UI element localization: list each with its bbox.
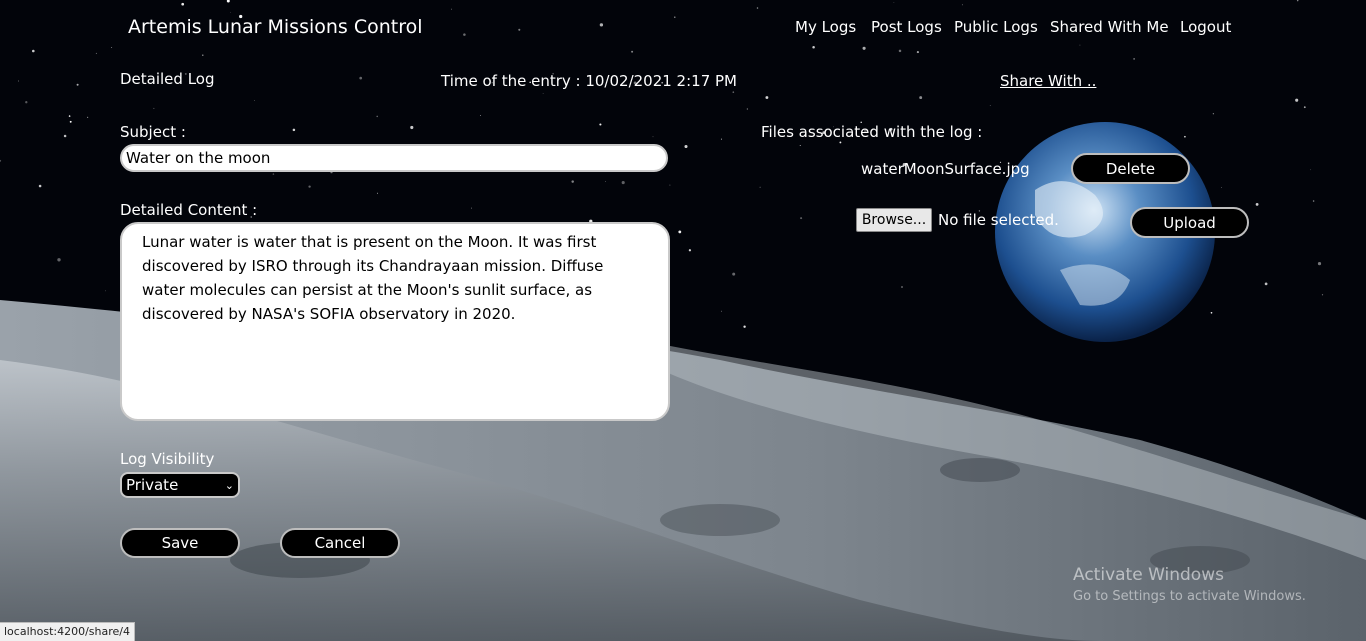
nav-public-logs-link[interactable]: Public Logs (954, 18, 1038, 36)
nav-my-logs-link[interactable]: My Logs (795, 18, 856, 36)
log-visibility-label: Log Visibility (120, 450, 215, 468)
log-visibility-select[interactable]: Private ⌄ (120, 472, 240, 498)
page-title: Detailed Log (120, 70, 215, 88)
subject-label: Subject : (120, 123, 186, 141)
no-file-selected-text: No file selected. (938, 211, 1059, 229)
upload-button[interactable]: Upload (1130, 207, 1249, 238)
nav-post-logs-link[interactable]: Post Logs (871, 18, 942, 36)
activate-windows-watermark-title: Activate Windows (1073, 565, 1224, 585)
entry-timestamp: Time of the entry : 10/02/2021 2:17 PM (441, 72, 738, 90)
status-bar-url: localhost:4200/share/4 (0, 622, 135, 641)
subject-input[interactable] (120, 144, 668, 172)
nav-logout-link[interactable]: Logout (1180, 18, 1231, 36)
cancel-button[interactable]: Cancel (280, 528, 400, 558)
detailed-content-textarea[interactable]: Lunar water is water that is present on … (120, 222, 670, 421)
log-visibility-value: Private (126, 476, 179, 494)
share-with-link[interactable]: Share With .. (1000, 72, 1096, 90)
nav-shared-with-me-link[interactable]: Shared With Me (1050, 18, 1169, 36)
app-title: Artemis Lunar Missions Control (128, 16, 423, 38)
browse-file-button[interactable]: Browse... (856, 208, 932, 232)
attached-file-name: waterMoonSurface.jpg (861, 160, 1030, 178)
files-associated-label: Files associated with the log : (761, 123, 983, 141)
chevron-down-icon: ⌄ (224, 478, 234, 492)
delete-file-button[interactable]: Delete (1071, 153, 1190, 184)
save-button[interactable]: Save (120, 528, 240, 558)
activate-windows-watermark-subtitle: Go to Settings to activate Windows. (1073, 589, 1306, 604)
detailed-content-label: Detailed Content : (120, 201, 258, 219)
